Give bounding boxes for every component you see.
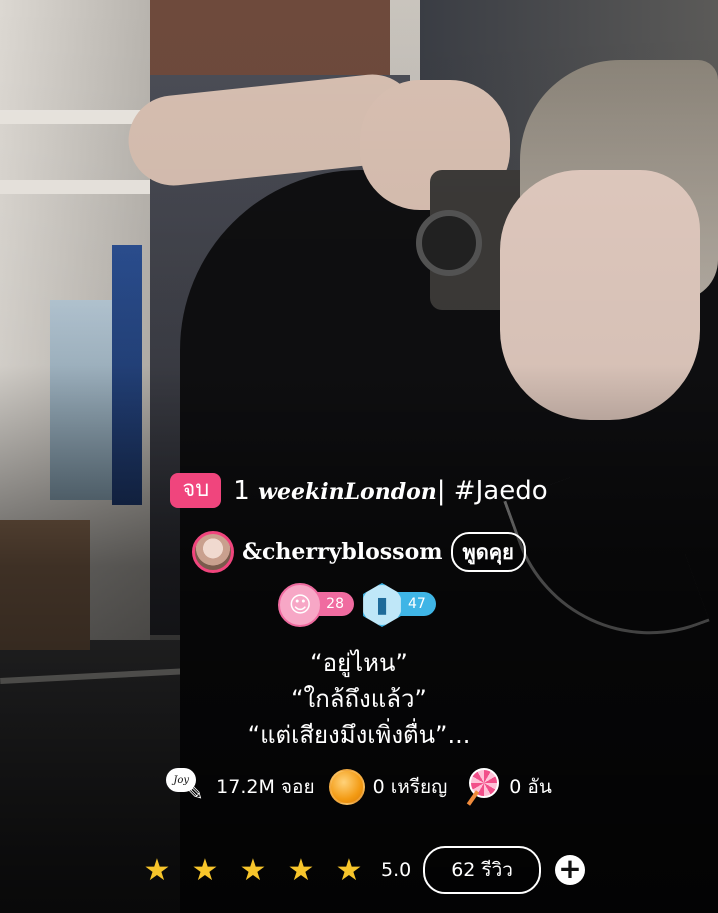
title-prefix: 1 — [233, 475, 250, 506]
coin-count: 0 เหรียญ — [372, 776, 448, 798]
bottle-icon: ▮ — [363, 583, 401, 627]
reviews-button[interactable]: 62 รีวิว — [423, 846, 541, 894]
quote-line: “อยู่ไหน” — [310, 649, 408, 677]
star-icon: ★ — [287, 852, 315, 888]
story-title-row: จบ 1 weekinLondon| #Jaedo — [0, 473, 718, 508]
talk-button[interactable]: พูดคุย — [450, 532, 526, 572]
candy-stat: 0 อัน — [461, 768, 552, 806]
smile-stat: ☺ 28 — [278, 583, 354, 627]
rating-row: ★ ★ ★ ★ ★ 5.0 62 รีวิว + — [0, 846, 718, 894]
rating-value: 5.0 — [381, 859, 412, 881]
bottle-count: 47 — [408, 596, 426, 612]
author-row: &cherryblossom พูดคุย — [0, 531, 718, 573]
quote-line: “แต่เสียงมึงเพิ่งตื่น”... — [247, 721, 471, 749]
story-title: 1 weekinLondon| #Jaedo — [233, 476, 547, 506]
candy-count: 0 อัน — [509, 776, 552, 798]
coin-stat: 0 เหรียญ — [328, 769, 448, 805]
joy-count: 17.2M จอย — [216, 776, 315, 798]
stats-row: ☺ 28 ▮ 47 — [0, 583, 718, 627]
bottle-stat: ▮ 47 — [363, 583, 436, 627]
star-icon: ★ — [191, 852, 219, 888]
smile-count: 28 — [326, 596, 344, 612]
title-stylized: weekinLondon — [258, 478, 437, 505]
title-suffix: | #Jaedo — [436, 475, 548, 506]
star-icon: ★ — [143, 852, 171, 888]
avatar[interactable] — [192, 531, 235, 573]
add-review-button[interactable]: + — [554, 855, 585, 885]
joy-pen-icon: Joy ✎ — [166, 768, 208, 806]
status-badge: จบ — [170, 473, 222, 508]
coin-icon — [328, 769, 365, 805]
smile-icon: ☺ — [278, 583, 323, 627]
star-icon: ★ — [335, 852, 363, 888]
joy-stat: Joy ✎ 17.2M จอย — [166, 768, 315, 806]
meta-row: Joy ✎ 17.2M จอย 0 เหรียญ 0 อัน — [0, 768, 718, 806]
star-icon: ★ — [239, 852, 267, 888]
quote-line: “ใกล้ถึงแล้ว” — [291, 685, 427, 713]
author-name[interactable]: &cherryblossom — [242, 539, 442, 565]
candy-icon — [461, 768, 501, 806]
